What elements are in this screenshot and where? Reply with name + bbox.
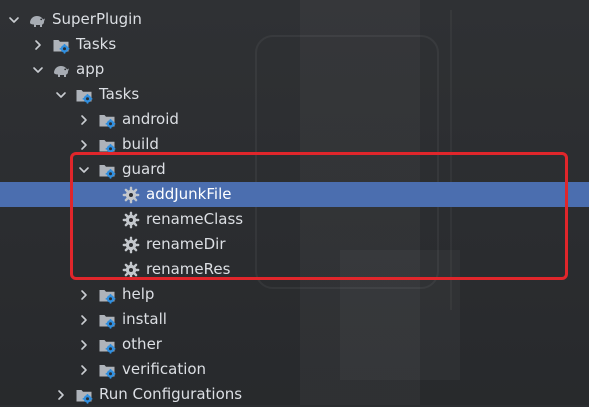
tree-node-root-tasks[interactable]: Tasks [0, 32, 589, 57]
chevron-right-icon[interactable] [78, 364, 90, 376]
chevron-right-icon[interactable] [78, 289, 90, 301]
tree-node-run-configurations[interactable]: Run Configurations [0, 382, 589, 407]
gradle-elephant-icon [28, 11, 46, 29]
tree-node-label: other [122, 335, 162, 353]
folder-gear-icon [98, 111, 116, 129]
chevron-down-icon[interactable] [55, 89, 67, 101]
tree-node-label: Run Configurations [99, 385, 243, 403]
tree-node-label: renameClass [146, 210, 244, 228]
folder-gear-icon [75, 386, 93, 404]
tree-node-label: renameRes [146, 260, 231, 278]
tree-node-label: verification [122, 360, 207, 378]
tree-node-android[interactable]: android [0, 107, 589, 132]
gear-icon [122, 186, 140, 204]
tree-node-label: help [122, 285, 155, 303]
chevron-right-icon[interactable] [78, 139, 90, 151]
task-item-addjunkfile[interactable]: addJunkFile [0, 182, 589, 207]
task-item-renamedir[interactable]: renameDir [0, 232, 589, 257]
tree-node-label: renameDir [146, 235, 226, 253]
folder-gear-icon [98, 336, 116, 354]
task-item-renameres[interactable]: renameRes [0, 257, 589, 282]
tree-node-guard[interactable]: guard [0, 157, 589, 182]
chevron-right-icon[interactable] [55, 389, 67, 401]
gradle-elephant-icon [52, 61, 70, 79]
tree-node-label: Tasks [76, 35, 117, 53]
tree-node-install[interactable]: install [0, 307, 589, 332]
tree-node-label: app [76, 60, 105, 78]
chevron-down-icon[interactable] [8, 14, 20, 26]
gradle-tasks-tree: SuperPlugin Tasks app Tasks android buil… [0, 0, 589, 407]
folder-gear-icon [98, 161, 116, 179]
tree-node-label: android [122, 110, 179, 128]
tree-node-app-tasks[interactable]: Tasks [0, 82, 589, 107]
tree-node-help[interactable]: help [0, 282, 589, 307]
folder-gear-icon [98, 286, 116, 304]
folder-gear-icon [52, 36, 70, 54]
tree-node-label: build [122, 135, 159, 153]
folder-gear-icon [98, 361, 116, 379]
chevron-right-icon[interactable] [78, 314, 90, 326]
tree-node-build[interactable]: build [0, 132, 589, 157]
gear-icon [122, 211, 140, 229]
chevron-down-icon[interactable] [78, 164, 90, 176]
tree-node-app[interactable]: app [0, 57, 589, 82]
chevron-right-icon[interactable] [78, 114, 90, 126]
tree-node-verification[interactable]: verification [0, 357, 589, 382]
tree-node-label: addJunkFile [146, 185, 232, 203]
folder-gear-icon [75, 86, 93, 104]
chevron-down-icon[interactable] [32, 64, 44, 76]
tree-node-label: guard [122, 160, 166, 178]
tree-node-label: Tasks [99, 85, 140, 103]
folder-gear-icon [98, 136, 116, 154]
tree-node-label: SuperPlugin [52, 10, 142, 28]
tree-node-label: install [122, 310, 167, 328]
tree-node-superplugin[interactable]: SuperPlugin [0, 7, 589, 32]
task-item-renameclass[interactable]: renameClass [0, 207, 589, 232]
chevron-right-icon[interactable] [78, 339, 90, 351]
tree-node-other[interactable]: other [0, 332, 589, 357]
gear-icon [122, 236, 140, 254]
chevron-right-icon[interactable] [32, 39, 44, 51]
folder-gear-icon [98, 311, 116, 329]
gear-icon [122, 261, 140, 279]
